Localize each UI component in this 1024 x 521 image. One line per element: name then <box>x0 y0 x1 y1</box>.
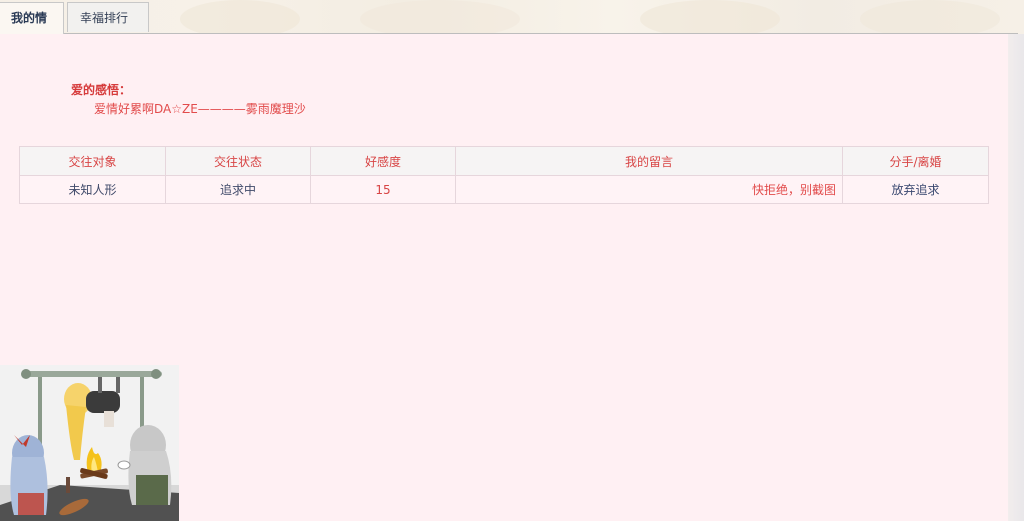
love-history-table: 交往对象 交往状态 好感度 我的留言 分手/离婚 未知人形 追求中 15 快拒绝… <box>19 146 989 204</box>
campfire-illustration-icon <box>0 365 179 521</box>
column-header-status: 交往状态 <box>165 146 311 176</box>
feeling-title: 爱的感悟： <box>71 83 132 97</box>
status-cell: 追求中 <box>165 175 311 204</box>
column-header-breakup: 分手/离婚 <box>842 146 989 176</box>
page: 我的情史 幸福排行榜 爱的感悟： 爱情好累啊DA☆ZE————雾雨魔理沙 交往对… <box>0 0 1024 521</box>
tab-bar: 我的情史 幸福排行榜 <box>0 0 1018 55</box>
column-header-partner: 交往对象 <box>19 146 166 176</box>
table-header-row: 交往对象 交往状态 好感度 我的留言 分手/离婚 <box>19 146 989 176</box>
give-up-pursuit-link[interactable]: 放弃追求 <box>842 175 989 204</box>
column-header-favor: 好感度 <box>310 146 456 176</box>
tab-my-love-history[interactable]: 我的情史 <box>0 2 64 55</box>
table-row: 未知人形 追求中 15 快拒绝，别截图 放弃追求 <box>19 175 989 204</box>
tab-happiness-ranking[interactable]: 幸福排行榜 <box>67 2 149 55</box>
favor-cell: 15 <box>310 175 456 204</box>
message-cell: 快拒绝，别截图 <box>455 175 843 204</box>
feeling-text: 爱情好累啊DA☆ZE————雾雨魔理沙 <box>94 102 306 116</box>
column-header-message: 我的留言 <box>455 146 843 176</box>
partner-cell: 未知人形 <box>19 175 166 204</box>
right-gutter <box>1008 34 1024 521</box>
